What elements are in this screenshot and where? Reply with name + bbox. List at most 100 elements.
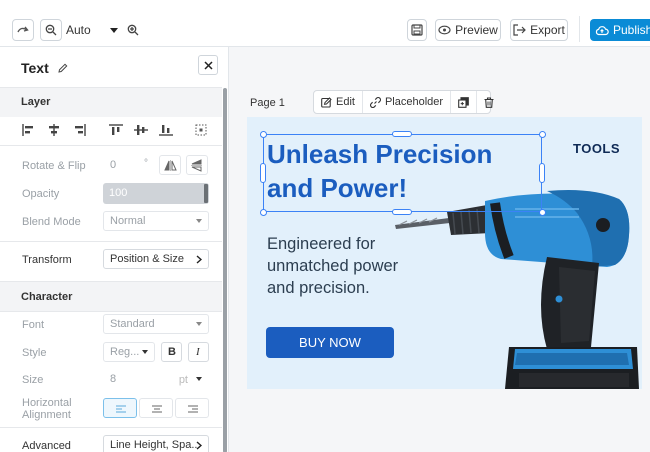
export-button[interactable]: Export <box>510 19 568 41</box>
zoom-value: Auto <box>66 23 91 37</box>
resize-handle-top-right[interactable] <box>539 131 546 138</box>
zoom-in-icon <box>127 24 139 36</box>
layer-divider <box>0 145 222 146</box>
edit-icon <box>321 96 332 108</box>
pencil-icon[interactable] <box>57 63 68 73</box>
panel-title: Text <box>21 60 68 76</box>
character-divider <box>0 311 222 312</box>
placeholder-button[interactable]: Placeholder <box>363 91 452 113</box>
layer-heading: Layer <box>21 96 51 108</box>
blend-divider <box>0 241 222 242</box>
toolbar-divider <box>579 16 580 42</box>
text-align-left-icon <box>116 405 126 413</box>
align-middle-vertical-icon[interactable] <box>134 124 148 136</box>
buy-now-button[interactable]: BUY NOW <box>266 327 394 358</box>
font-size-input[interactable]: 8 pt <box>103 369 209 389</box>
close-panel-button[interactable] <box>198 55 218 75</box>
distribute-icon[interactable] <box>195 124 207 136</box>
export-icon <box>513 24 527 36</box>
duplicate-button[interactable] <box>451 91 478 113</box>
blend-mode-label: Blend Mode <box>22 216 81 228</box>
horizontal-alignment-group <box>103 398 209 418</box>
save-button[interactable] <box>407 19 427 41</box>
flip-horizontal-button[interactable] <box>159 155 181 175</box>
align-bottom-icon[interactable] <box>159 124 173 136</box>
panel-scrollbar[interactable] <box>223 88 227 452</box>
align-left-icon[interactable] <box>22 124 36 136</box>
export-label: Export <box>530 23 565 37</box>
edit-label: Edit <box>336 96 355 108</box>
flip-vertical-icon <box>191 158 202 172</box>
chevron-right-icon <box>196 441 202 450</box>
font-value: Standard <box>110 318 155 330</box>
blend-mode-value: Normal <box>110 215 146 227</box>
style-label: Style <box>22 347 47 359</box>
character-heading: Character <box>21 291 73 303</box>
horizontal-alignment-label: Horizontal Alignment <box>22 397 72 421</box>
panel-title-text: Text <box>21 60 49 76</box>
zoom-select[interactable]: Auto <box>66 19 122 41</box>
eye-icon <box>438 25 451 35</box>
align-text-left-button[interactable] <box>103 398 137 418</box>
advanced-button[interactable]: Line Height, Spa... <box>103 435 209 452</box>
bold-button[interactable]: B <box>161 342 182 362</box>
resize-handle-right[interactable] <box>539 163 545 183</box>
chevron-down-icon <box>196 219 202 223</box>
cloud-icon <box>595 25 609 35</box>
redo-icon <box>17 26 29 33</box>
opacity-slider[interactable]: 100 <box>103 183 209 204</box>
text-align-right-icon <box>188 405 198 413</box>
resize-handle-bottom-left[interactable] <box>260 209 267 216</box>
font-size-value: 8 <box>110 373 117 385</box>
preview-label: Preview <box>455 23 498 37</box>
flip-horizontal-icon <box>164 159 177 171</box>
flip-vertical-button[interactable] <box>186 155 208 175</box>
align-text-center-button[interactable] <box>139 398 173 418</box>
resize-handle-bottom[interactable] <box>392 209 412 215</box>
blend-mode-select[interactable]: Normal <box>103 211 209 231</box>
align-right-icon[interactable] <box>72 124 86 136</box>
italic-button[interactable]: I <box>188 342 209 362</box>
zoom-out-button[interactable] <box>40 19 62 41</box>
trash-icon <box>484 96 494 108</box>
zoom-control: Auto <box>40 19 144 41</box>
resize-handle-bottom-right[interactable] <box>539 209 546 216</box>
subheading-line-1: Engineered for <box>267 235 376 253</box>
font-size-unit: pt <box>178 374 188 386</box>
chevron-down-icon <box>110 28 118 33</box>
rotate-unit: ° <box>144 158 148 169</box>
redo-button[interactable] <box>12 19 34 41</box>
save-icon <box>411 24 423 36</box>
resize-handle-left[interactable] <box>260 163 266 183</box>
publish-label: Publish <box>613 23 650 37</box>
chevron-down-icon <box>196 377 202 381</box>
publish-button[interactable]: Publish <box>590 19 650 41</box>
align-text-right-button[interactable] <box>175 398 209 418</box>
text-align-center-icon <box>152 405 162 413</box>
opacity-slider-handle[interactable] <box>204 184 208 203</box>
chevron-down-icon <box>142 350 148 354</box>
zoom-in-button[interactable] <box>122 19 144 41</box>
transform-button[interactable]: Position & Size <box>103 249 209 269</box>
selection-box <box>263 134 542 212</box>
delete-button[interactable] <box>477 91 501 113</box>
transform-label: Transform <box>22 254 72 266</box>
align-center-horizontal-icon[interactable] <box>47 124 61 136</box>
buy-now-label: BUY NOW <box>299 335 361 350</box>
close-icon <box>203 60 213 70</box>
resize-handle-top[interactable] <box>392 131 412 137</box>
chevron-right-icon <box>196 255 202 264</box>
rotate-input[interactable]: 0 ° <box>103 155 152 175</box>
subheading-line-2: unmatched power <box>267 257 399 275</box>
resize-handle-top-left[interactable] <box>260 131 267 138</box>
duplicate-icon <box>458 96 469 108</box>
preview-button[interactable]: Preview <box>435 19 501 41</box>
font-style-select[interactable]: Reg... <box>103 342 155 362</box>
brand-logo[interactable]: TOOLS <box>573 141 620 156</box>
align-top-icon[interactable] <box>109 124 123 136</box>
subheading-text[interactable]: Engineered for unmatched power and preci… <box>267 233 437 299</box>
edit-button[interactable]: Edit <box>314 91 363 113</box>
opacity-value: 100 <box>109 187 128 199</box>
page-label: Page 1 <box>250 97 285 109</box>
font-select[interactable]: Standard <box>103 314 209 334</box>
